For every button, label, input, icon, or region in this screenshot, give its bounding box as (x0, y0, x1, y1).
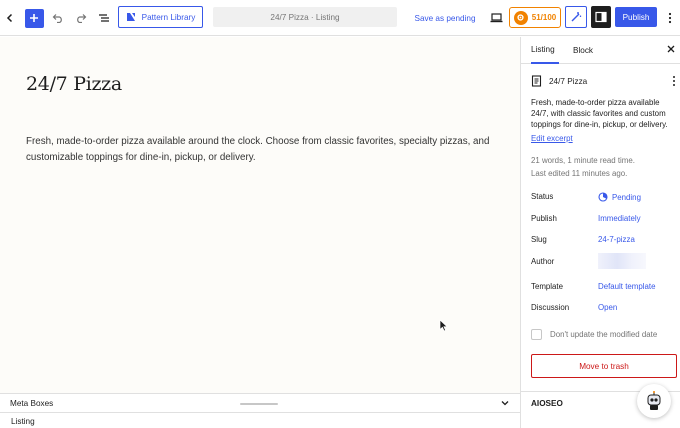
undo-icon (52, 14, 62, 23)
publish-date-value[interactable]: Immediately (598, 214, 641, 223)
more-vertical-icon (668, 12, 672, 24)
robot-mascot-icon (647, 391, 661, 410)
status-label: Status (531, 192, 554, 201)
sidebar-icon (595, 11, 607, 23)
sidebar-tabs: Listing Block (521, 37, 680, 64)
discussion-value[interactable]: Open (598, 303, 617, 312)
pending-status-icon (598, 192, 608, 202)
slug-value[interactable]: 24-7-pizza (598, 235, 635, 244)
plus-icon (30, 14, 38, 22)
chevron-left-icon (6, 13, 13, 23)
post-stats: 21 words, 1 minute read time. Last edite… (531, 154, 635, 180)
slug-label: Slug (531, 235, 547, 244)
template-row: Template Default template (531, 280, 676, 294)
dont-update-modified-option: Don't update the modified date (531, 329, 657, 340)
preview-button[interactable] (487, 0, 505, 36)
status-row: Status Pending (531, 190, 676, 204)
word-count-text: 21 words, 1 minute read time. (531, 156, 635, 165)
publish-label: Publish (622, 12, 650, 22)
document-header: 24/7 Pizza (531, 73, 676, 89)
editor-toolbar: Pattern Library 24/7 Pizza · Listing Sav… (0, 0, 680, 36)
author-value[interactable] (598, 253, 646, 269)
status-value-button[interactable]: Pending (598, 192, 641, 202)
publish-date-label: Publish (531, 214, 557, 223)
publish-row: Publish Immediately (531, 212, 676, 226)
move-to-trash-button[interactable]: Move to trash (531, 354, 677, 378)
dont-update-label: Don't update the modified date (550, 330, 658, 339)
save-as-pending-label: Save as pending (414, 13, 476, 23)
template-label: Template (531, 282, 564, 291)
pattern-library-icon (126, 13, 135, 21)
magic-wand-icon (571, 12, 582, 22)
redo-icon (77, 14, 87, 23)
tab-block[interactable]: Block (573, 37, 599, 64)
aioseo-assistant-button[interactable] (637, 384, 671, 418)
editor-canvas[interactable]: 24/7 Pizza Fresh, made-to-order pizza av… (0, 37, 520, 393)
breadcrumb-item[interactable]: Listing (11, 417, 35, 426)
document-icon (531, 75, 542, 87)
post-excerpt: Fresh, made-to-order pizza available 24/… (531, 98, 668, 129)
settings-toggle-button[interactable] (591, 6, 611, 28)
aioseo-logo-icon (513, 10, 528, 25)
publish-button[interactable]: Publish (615, 7, 657, 27)
undo-button[interactable] (48, 0, 68, 36)
resize-handle[interactable] (240, 403, 278, 405)
document-name: 24/7 Pizza (549, 76, 588, 86)
discussion-row: Discussion Open (531, 301, 676, 315)
document-title: 24/7 Pizza · Listing (270, 12, 340, 22)
last-edited-text: Last edited 11 minutes ago. (531, 169, 628, 178)
tab-listing[interactable]: Listing (531, 37, 559, 64)
back-button[interactable] (0, 0, 20, 36)
document-title-bar[interactable]: 24/7 Pizza · Listing (213, 7, 397, 27)
block-breadcrumb: Listing (0, 413, 520, 428)
pattern-library-label: Pattern Library (141, 12, 196, 22)
aioseo-panel-title: AIOSEO (531, 399, 563, 408)
seo-score-button[interactable]: 51/100 (509, 7, 561, 28)
seo-score: 51/100 (531, 13, 557, 22)
aioseo-panel[interactable]: AIOSEO (521, 384, 680, 428)
move-to-trash-label: Move to trash (579, 361, 629, 371)
author-label: Author (531, 257, 555, 266)
pattern-library-button[interactable]: Pattern Library (118, 6, 203, 28)
post-title[interactable]: 24/7 Pizza (26, 73, 122, 95)
block-inserter-button[interactable] (24, 0, 44, 36)
author-row: Author (531, 253, 676, 269)
document-overview-button[interactable] (94, 0, 114, 36)
dont-update-checkbox[interactable] (531, 329, 542, 340)
author-name-redacted (598, 253, 646, 269)
laptop-icon (490, 13, 502, 23)
post-paragraph[interactable]: Fresh, made-to-order pizza available aro… (26, 134, 496, 166)
save-as-pending-button[interactable]: Save as pending (409, 0, 481, 36)
edit-excerpt-link[interactable]: Edit excerpt (531, 134, 573, 143)
more-vertical-icon[interactable] (672, 75, 676, 87)
redo-button[interactable] (71, 0, 91, 36)
ai-tools-button[interactable] (565, 6, 587, 28)
meta-boxes-panel[interactable]: Meta Boxes (0, 393, 520, 413)
status-value: Pending (612, 192, 641, 202)
slug-row: Slug 24-7-pizza (531, 233, 676, 247)
chevron-down-icon[interactable] (500, 398, 510, 408)
template-value[interactable]: Default template (598, 282, 655, 291)
close-icon[interactable] (666, 44, 676, 54)
settings-sidebar: Listing Block 24/7 Pizza Fresh, made-to-… (520, 37, 680, 428)
mouse-cursor-icon (439, 319, 448, 332)
meta-boxes-label: Meta Boxes (10, 399, 54, 408)
options-menu-button[interactable] (664, 0, 676, 36)
list-view-icon (99, 14, 109, 22)
discussion-label: Discussion (531, 303, 570, 312)
